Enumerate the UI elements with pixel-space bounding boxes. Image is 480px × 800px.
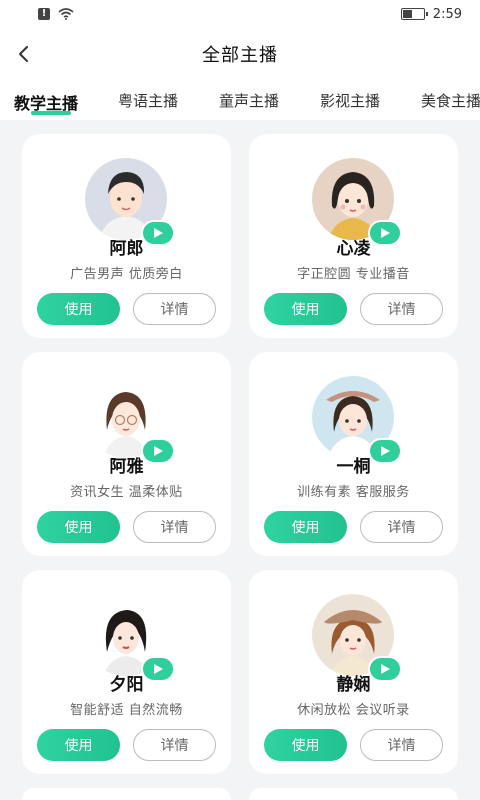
tab-child-voice[interactable]: 童声主播	[219, 90, 279, 111]
tab-film[interactable]: 影视主播	[320, 90, 380, 111]
status-time: 2:59	[432, 6, 462, 22]
anchor-name: 阿郎	[109, 239, 144, 259]
avatar-container	[312, 376, 402, 464]
use-button[interactable]: 使用	[37, 511, 120, 543]
avatar-container	[312, 594, 402, 682]
category-tabs: 教学主播 粤语主播 童声主播 影视主播 美食主播	[0, 80, 480, 120]
notification-alert-icon: !	[38, 8, 50, 20]
anchor-name: 夕阳	[109, 675, 144, 695]
anchor-card[interactable]: 心凌 字正腔圆 专业播音 使用 详情	[249, 134, 458, 338]
details-button[interactable]: 详情	[133, 729, 216, 761]
details-button[interactable]: 详情	[360, 293, 443, 325]
use-button[interactable]: 使用	[264, 729, 347, 761]
anchor-name: 心凌	[336, 239, 371, 259]
status-bar: ! 2:59	[0, 0, 480, 28]
anchor-description: 训练有素 客服服务	[297, 485, 410, 500]
use-button[interactable]: 使用	[264, 511, 347, 543]
details-button[interactable]: 详情	[360, 729, 443, 761]
tab-food[interactable]: 美食主播	[421, 90, 480, 111]
avatar-container	[312, 158, 402, 246]
anchor-card[interactable]: 夕阳 智能舒适 自然流畅 使用 详情	[22, 570, 231, 774]
use-button[interactable]: 使用	[264, 293, 347, 325]
anchor-card-partial[interactable]	[249, 788, 458, 800]
active-tab-indicator	[31, 111, 71, 115]
anchor-card[interactable]: 静娴 休闲放松 会议听录 使用 详情	[249, 570, 458, 774]
status-icons-right: 2:59	[400, 6, 462, 22]
anchor-card[interactable]: 阿雅 资讯女生 温柔体贴 使用 详情	[22, 352, 231, 556]
avatar-container	[85, 594, 175, 682]
anchor-name: 一桐	[336, 457, 371, 477]
wifi-icon	[58, 8, 74, 20]
status-icons-left: !	[38, 8, 74, 20]
use-button[interactable]: 使用	[37, 293, 120, 325]
details-button[interactable]: 详情	[133, 293, 216, 325]
anchor-name: 阿雅	[109, 457, 144, 477]
anchor-description: 休闲放松 会议听录	[297, 703, 410, 718]
anchor-description: 字正腔圆 专业播音	[297, 267, 410, 282]
anchor-card[interactable]: 阿郎 广告男声 优质旁白 使用 详情	[22, 134, 231, 338]
avatar-container	[85, 376, 175, 464]
chevron-left-icon	[19, 46, 28, 62]
tab-cantonese[interactable]: 粤语主播	[118, 90, 178, 111]
header: 全部主播	[0, 28, 480, 80]
anchor-description: 智能舒适 自然流畅	[70, 703, 183, 718]
back-button[interactable]	[8, 38, 40, 70]
anchor-card-partial[interactable]	[22, 788, 231, 800]
avatar-container	[85, 158, 175, 246]
page-title: 全部主播	[202, 45, 278, 66]
battery-icon	[400, 8, 428, 20]
anchor-description: 广告男声 优质旁白	[70, 267, 183, 282]
anchor-name: 静娴	[336, 675, 371, 695]
use-button[interactable]: 使用	[37, 729, 120, 761]
details-button[interactable]: 详情	[133, 511, 216, 543]
details-button[interactable]: 详情	[360, 511, 443, 543]
anchor-description: 资讯女生 温柔体贴	[70, 485, 183, 500]
anchor-card[interactable]: 一桐 训练有素 客服服务 使用 详情	[249, 352, 458, 556]
